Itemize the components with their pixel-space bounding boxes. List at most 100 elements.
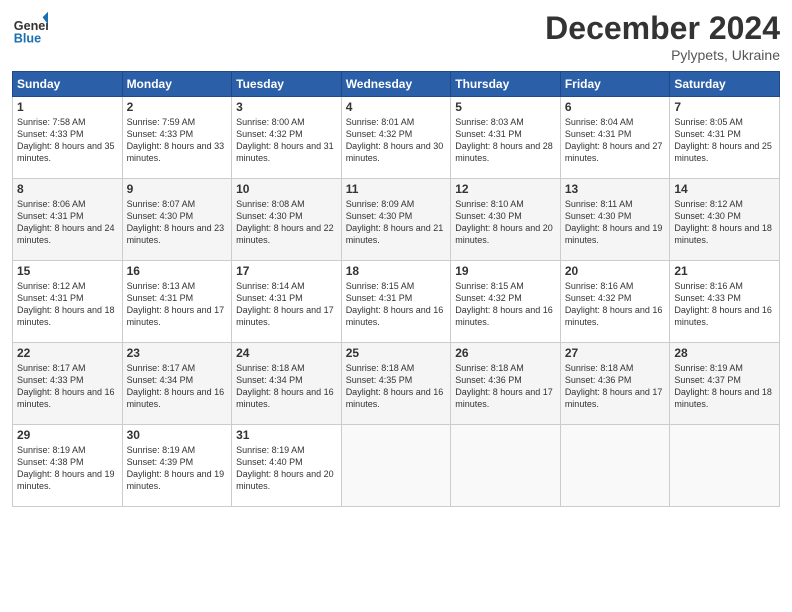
col-header-tuesday: Tuesday xyxy=(232,72,342,97)
cell-info: Sunrise: 8:09 AMSunset: 4:30 PMDaylight:… xyxy=(346,199,444,245)
col-header-sunday: Sunday xyxy=(13,72,123,97)
calendar-cell: 8 Sunrise: 8:06 AMSunset: 4:31 PMDaylight… xyxy=(13,179,123,261)
cell-info: Sunrise: 7:58 AMSunset: 4:33 PMDaylight:… xyxy=(17,117,115,163)
cell-info: Sunrise: 8:07 AMSunset: 4:30 PMDaylight:… xyxy=(127,199,225,245)
cell-info: Sunrise: 8:18 AMSunset: 4:35 PMDaylight:… xyxy=(346,363,444,409)
calendar-cell: 30 Sunrise: 8:19 AMSunset: 4:39 PMDayligh… xyxy=(122,425,232,507)
day-number: 29 xyxy=(17,428,118,442)
calendar-cell: 13Sunrise: 8:11 AMSunset: 4:30 PMDayligh… xyxy=(560,179,670,261)
cell-info: Sunrise: 8:16 AMSunset: 4:33 PMDaylight:… xyxy=(674,281,772,327)
day-number: 8 xyxy=(17,182,118,196)
calendar-cell: 28 Sunrise: 8:19 AMSunset: 4:37 PMDayligh… xyxy=(670,343,780,425)
calendar-cell: 11 Sunrise: 8:09 AMSunset: 4:30 PMDayligh… xyxy=(341,179,451,261)
col-header-saturday: Saturday xyxy=(670,72,780,97)
cell-info: Sunrise: 8:19 AMSunset: 4:40 PMDaylight:… xyxy=(236,445,334,491)
cell-info: Sunrise: 8:18 AMSunset: 4:34 PMDaylight:… xyxy=(236,363,334,409)
calendar-cell: 20 Sunrise: 8:16 AMSunset: 4:32 PMDayligh… xyxy=(560,261,670,343)
calendar-cell: 27Sunrise: 8:18 AMSunset: 4:36 PMDayligh… xyxy=(560,343,670,425)
calendar-cell: 24 Sunrise: 8:18 AMSunset: 4:34 PMDayligh… xyxy=(232,343,342,425)
day-number: 6 xyxy=(565,100,666,114)
day-number: 16 xyxy=(127,264,228,278)
col-header-wednesday: Wednesday xyxy=(341,72,451,97)
calendar-cell: 14 Sunrise: 8:12 AMSunset: 4:30 PMDayligh… xyxy=(670,179,780,261)
day-number: 2 xyxy=(127,100,228,114)
day-number: 9 xyxy=(127,182,228,196)
calendar-cell xyxy=(560,425,670,507)
page-container: General Blue December 2024 Pylypets, Ukr… xyxy=(0,0,792,515)
day-number: 17 xyxy=(236,264,337,278)
day-number: 1 xyxy=(17,100,118,114)
cell-info: Sunrise: 8:13 AMSunset: 4:31 PMDaylight:… xyxy=(127,281,225,327)
cell-info: Sunrise: 8:15 AMSunset: 4:32 PMDaylight:… xyxy=(455,281,553,327)
day-number: 26 xyxy=(455,346,556,360)
col-header-monday: Monday xyxy=(122,72,232,97)
day-number: 12 xyxy=(455,182,556,196)
week-row-4: 22Sunrise: 8:17 AMSunset: 4:33 PMDayligh… xyxy=(13,343,780,425)
day-number: 19 xyxy=(455,264,556,278)
calendar-cell: 6Sunrise: 8:04 AMSunset: 4:31 PMDaylight… xyxy=(560,97,670,179)
cell-info: Sunrise: 8:14 AMSunset: 4:31 PMDaylight:… xyxy=(236,281,334,327)
svg-text:Blue: Blue xyxy=(14,31,41,45)
calendar-cell: 26Sunrise: 8:18 AMSunset: 4:36 PMDayligh… xyxy=(451,343,561,425)
logo: General Blue xyxy=(12,10,52,46)
day-number: 24 xyxy=(236,346,337,360)
calendar-cell: 21 Sunrise: 8:16 AMSunset: 4:33 PMDayligh… xyxy=(670,261,780,343)
cell-info: Sunrise: 8:17 AMSunset: 4:33 PMDaylight:… xyxy=(17,363,115,409)
location-subtitle: Pylypets, Ukraine xyxy=(545,47,780,63)
cell-info: Sunrise: 8:19 AMSunset: 4:37 PMDaylight:… xyxy=(674,363,772,409)
calendar-table: SundayMondayTuesdayWednesdayThursdayFrid… xyxy=(12,71,780,507)
cell-info: Sunrise: 8:15 AMSunset: 4:31 PMDaylight:… xyxy=(346,281,444,327)
cell-info: Sunrise: 8:12 AMSunset: 4:31 PMDaylight:… xyxy=(17,281,115,327)
calendar-cell xyxy=(451,425,561,507)
calendar-cell: 2 Sunrise: 7:59 AMSunset: 4:33 PMDaylight… xyxy=(122,97,232,179)
day-number: 23 xyxy=(127,346,228,360)
week-row-5: 29 Sunrise: 8:19 AMSunset: 4:38 PMDayligh… xyxy=(13,425,780,507)
day-number: 7 xyxy=(674,100,775,114)
day-number: 30 xyxy=(127,428,228,442)
day-number: 4 xyxy=(346,100,447,114)
calendar-cell: 15 Sunrise: 8:12 AMSunset: 4:31 PMDayligh… xyxy=(13,261,123,343)
calendar-cell: 3 Sunrise: 8:00 AMSunset: 4:32 PMDaylight… xyxy=(232,97,342,179)
calendar-cell: 23Sunrise: 8:17 AMSunset: 4:34 PMDayligh… xyxy=(122,343,232,425)
calendar-cell xyxy=(670,425,780,507)
day-number: 20 xyxy=(565,264,666,278)
week-row-1: 1 Sunrise: 7:58 AMSunset: 4:33 PMDaylight… xyxy=(13,97,780,179)
calendar-cell: 12 Sunrise: 8:10 AMSunset: 4:30 PMDayligh… xyxy=(451,179,561,261)
calendar-cell: 10 Sunrise: 8:08 AMSunset: 4:30 PMDayligh… xyxy=(232,179,342,261)
cell-info: Sunrise: 8:01 AMSunset: 4:32 PMDaylight:… xyxy=(346,117,444,163)
day-number: 13 xyxy=(565,182,666,196)
day-number: 11 xyxy=(346,182,447,196)
day-number: 3 xyxy=(236,100,337,114)
cell-info: Sunrise: 8:08 AMSunset: 4:30 PMDaylight:… xyxy=(236,199,334,245)
calendar-cell: 17 Sunrise: 8:14 AMSunset: 4:31 PMDayligh… xyxy=(232,261,342,343)
cell-info: Sunrise: 8:00 AMSunset: 4:32 PMDaylight:… xyxy=(236,117,334,163)
cell-info: Sunrise: 8:10 AMSunset: 4:30 PMDaylight:… xyxy=(455,199,553,245)
day-number: 10 xyxy=(236,182,337,196)
title-block: December 2024 Pylypets, Ukraine xyxy=(545,10,780,63)
cell-info: Sunrise: 8:06 AMSunset: 4:31 PMDaylight:… xyxy=(17,199,115,245)
day-number: 14 xyxy=(674,182,775,196)
calendar-cell: 7 Sunrise: 8:05 AMSunset: 4:31 PMDaylight… xyxy=(670,97,780,179)
cell-info: Sunrise: 8:16 AMSunset: 4:32 PMDaylight:… xyxy=(565,281,663,327)
month-title: December 2024 xyxy=(545,10,780,47)
cell-info: Sunrise: 7:59 AMSunset: 4:33 PMDaylight:… xyxy=(127,117,225,163)
cell-info: Sunrise: 8:18 AMSunset: 4:36 PMDaylight:… xyxy=(565,363,663,409)
calendar-cell: 31 Sunrise: 8:19 AMSunset: 4:40 PMDayligh… xyxy=(232,425,342,507)
calendar-cell: 19 Sunrise: 8:15 AMSunset: 4:32 PMDayligh… xyxy=(451,261,561,343)
day-number: 28 xyxy=(674,346,775,360)
day-number: 5 xyxy=(455,100,556,114)
day-number: 21 xyxy=(674,264,775,278)
calendar-cell: 4 Sunrise: 8:01 AMSunset: 4:32 PMDaylight… xyxy=(341,97,451,179)
calendar-cell: 5Sunrise: 8:03 AMSunset: 4:31 PMDaylight… xyxy=(451,97,561,179)
calendar-cell: 9 Sunrise: 8:07 AMSunset: 4:30 PMDaylight… xyxy=(122,179,232,261)
cell-info: Sunrise: 8:12 AMSunset: 4:30 PMDaylight:… xyxy=(674,199,772,245)
calendar-cell: 18Sunrise: 8:15 AMSunset: 4:31 PMDayligh… xyxy=(341,261,451,343)
cell-info: Sunrise: 8:19 AMSunset: 4:38 PMDaylight:… xyxy=(17,445,115,491)
col-header-friday: Friday xyxy=(560,72,670,97)
cell-info: Sunrise: 8:05 AMSunset: 4:31 PMDaylight:… xyxy=(674,117,772,163)
day-number: 15 xyxy=(17,264,118,278)
cell-info: Sunrise: 8:19 AMSunset: 4:39 PMDaylight:… xyxy=(127,445,225,491)
header: General Blue December 2024 Pylypets, Ukr… xyxy=(12,10,780,63)
day-number: 31 xyxy=(236,428,337,442)
calendar-cell xyxy=(341,425,451,507)
